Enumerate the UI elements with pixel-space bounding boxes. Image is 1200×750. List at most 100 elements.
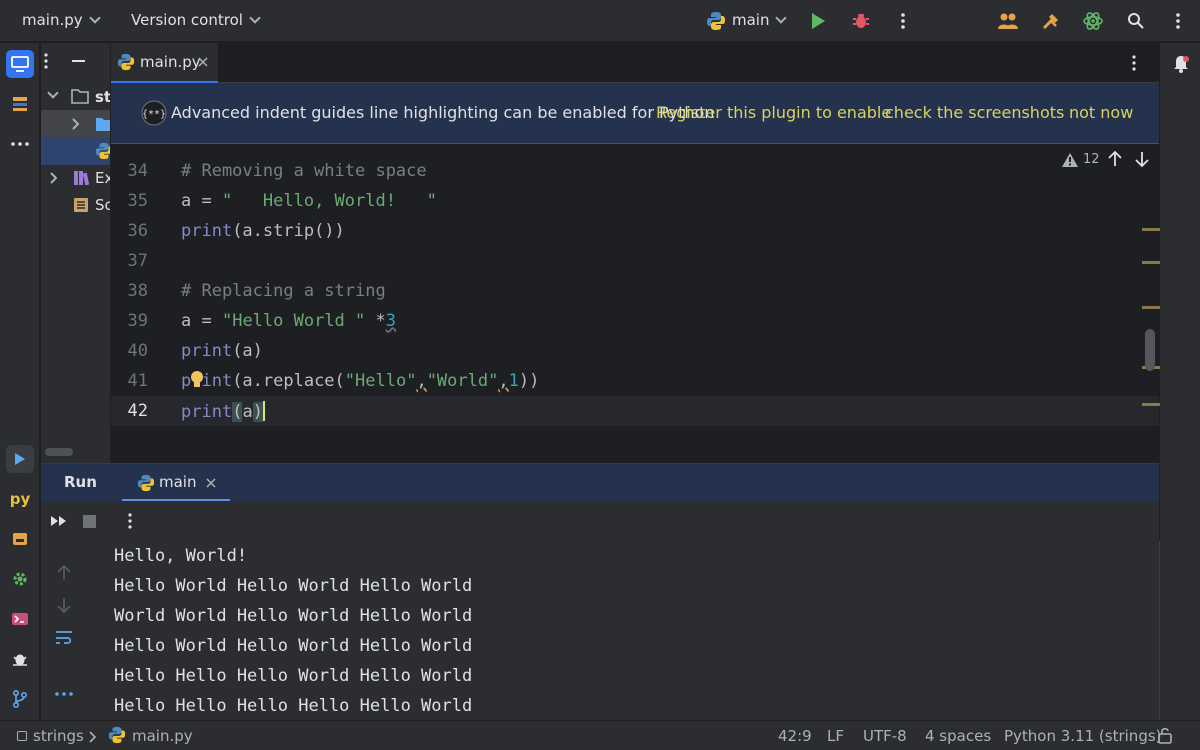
- tree-row-root[interactable]: st: [41, 83, 110, 111]
- comma-token: ,: [416, 371, 427, 391]
- error-stripe-mark[interactable]: [1142, 306, 1160, 309]
- console-line: Hello World Hello World Hello World: [114, 636, 473, 656]
- lock-icon[interactable]: [1157, 726, 1173, 744]
- code-line: 38 # Replacing a string: [111, 276, 1159, 306]
- more-horizontal-icon: [11, 142, 29, 146]
- left-tool-strip: py: [0, 43, 40, 720]
- arrow-up-icon[interactable]: [57, 565, 71, 581]
- plugin-suggestion-banner: {**} Advanced indent guides line highlig…: [111, 83, 1159, 144]
- error-stripe-mark[interactable]: [1142, 403, 1160, 406]
- terminal-button[interactable]: [6, 605, 34, 633]
- close-icon[interactable]: [206, 478, 216, 488]
- python-icon: [704, 9, 728, 33]
- tree-row-scratches[interactable]: Sc: [41, 191, 110, 219]
- run-icon[interactable]: [806, 9, 830, 33]
- bell-icon[interactable]: [1172, 54, 1190, 74]
- file-encoding[interactable]: UTF-8: [863, 727, 907, 745]
- code-token: (a): [232, 341, 263, 361]
- comma-token: ,: [498, 371, 509, 391]
- main-menu-icon[interactable]: [1166, 9, 1190, 33]
- console-line: Hello, World!: [114, 546, 248, 566]
- minimize-icon[interactable]: [72, 60, 85, 62]
- line-code: # Removing a white space: [181, 161, 427, 181]
- project-panel: st Ex Sc: [41, 43, 111, 463]
- more-vertical-icon[interactable]: [44, 53, 48, 69]
- python-console-button[interactable]: py: [6, 485, 34, 513]
- tree-row-folder[interactable]: [41, 110, 110, 138]
- run-config-selector[interactable]: main: [732, 11, 788, 29]
- number-token: 3: [385, 311, 396, 331]
- code-token: (a.replace(: [232, 371, 345, 391]
- chevron-down-icon: [775, 12, 788, 24]
- string-token: "Hello": [344, 371, 417, 391]
- search-icon[interactable]: [1124, 9, 1148, 33]
- stop-icon[interactable]: [83, 515, 96, 528]
- rerun-icon[interactable]: [50, 515, 68, 527]
- more-horizontal-icon[interactable]: [55, 692, 73, 696]
- code-editor[interactable]: 12 34 # Removing a white space 35 a = " …: [111, 144, 1159, 462]
- register-plugin-link[interactable]: Register this plugin to enable: [656, 103, 891, 122]
- run-toolbar: [41, 501, 1159, 541]
- project-widget[interactable]: main.py: [22, 11, 101, 29]
- project-tool-button[interactable]: [6, 50, 34, 78]
- breadcrumb-project[interactable]: strings: [33, 727, 84, 745]
- builtin-token: print: [181, 221, 233, 241]
- error-stripe-mark[interactable]: [1142, 228, 1160, 231]
- run-console[interactable]: Hello, World! Hello World Hello World He…: [87, 541, 1159, 720]
- builtin-token: print: [181, 341, 233, 361]
- run-tool-button[interactable]: [6, 445, 34, 473]
- debug-icon[interactable]: [849, 9, 873, 33]
- more-vertical-icon[interactable]: [128, 513, 132, 529]
- tree-row-file-selected[interactable]: [41, 137, 110, 165]
- more-vertical-icon[interactable]: [1131, 55, 1137, 71]
- check-screenshots-link[interactable]: check the screenshots: [885, 103, 1064, 122]
- more-tools-button[interactable]: [6, 130, 34, 158]
- close-icon[interactable]: [198, 57, 208, 67]
- folder-icon: [96, 118, 110, 131]
- indent-setting[interactable]: 4 spaces: [925, 727, 991, 745]
- tab-main-py[interactable]: main.py: [111, 43, 218, 83]
- python-packages-button[interactable]: [6, 525, 34, 553]
- operator-token: =: [191, 191, 222, 211]
- soft-wrap-icon[interactable]: [55, 630, 73, 646]
- tree-row-label: Ex: [95, 169, 110, 187]
- console-line: Hello World Hello World Hello World: [114, 576, 473, 596]
- not-now-link[interactable]: not now: [1069, 103, 1133, 122]
- tree-row-external-libraries[interactable]: Ex: [41, 164, 110, 192]
- identifier-token: a: [181, 311, 192, 331]
- structure-icon: [13, 97, 27, 111]
- bracket-token: (: [232, 402, 243, 422]
- git-button[interactable]: [6, 685, 34, 713]
- ai-assistant-icon[interactable]: [1081, 9, 1105, 33]
- line-number: 37: [127, 251, 148, 271]
- structure-tool-button[interactable]: [6, 90, 34, 118]
- error-stripe-mark[interactable]: [1142, 261, 1160, 264]
- comment-token: # Removing a white space: [181, 161, 427, 181]
- line-separator[interactable]: LF: [827, 727, 844, 745]
- services-button[interactable]: [6, 565, 34, 593]
- git-branch-icon: [13, 690, 28, 708]
- python-icon: [137, 474, 155, 492]
- problems-button[interactable]: [6, 645, 34, 673]
- project-panel-header: [41, 43, 110, 81]
- lightbulb-icon[interactable]: [190, 370, 204, 390]
- run-tab-main[interactable]: main: [122, 464, 230, 501]
- editor-scrollbar-thumb[interactable]: [1145, 329, 1155, 371]
- code-line: 36 print(a.strip()): [111, 216, 1159, 246]
- code-with-me-icon[interactable]: [996, 9, 1020, 33]
- arrow-down-icon[interactable]: [57, 597, 71, 613]
- python-interpreter[interactable]: Python 3.11 (strings): [1004, 727, 1162, 745]
- line-number: 39: [127, 311, 148, 331]
- title-bar: main.py Version control main: [0, 0, 1200, 42]
- tools-icon[interactable]: [1039, 9, 1063, 33]
- text-cursor: [262, 401, 265, 421]
- python-file-icon: [117, 53, 135, 71]
- line-number: 38: [127, 281, 148, 301]
- gear-icon: [13, 572, 27, 586]
- code-line: 41 print(a.replace("Hello","World",1)): [111, 366, 1159, 396]
- breadcrumb-file[interactable]: main.py: [132, 727, 193, 745]
- vcs-widget[interactable]: Version control: [131, 11, 261, 29]
- caret-position[interactable]: 42:9: [778, 727, 812, 745]
- horizontal-scrollbar[interactable]: [45, 448, 73, 456]
- more-vertical-icon[interactable]: [891, 9, 915, 33]
